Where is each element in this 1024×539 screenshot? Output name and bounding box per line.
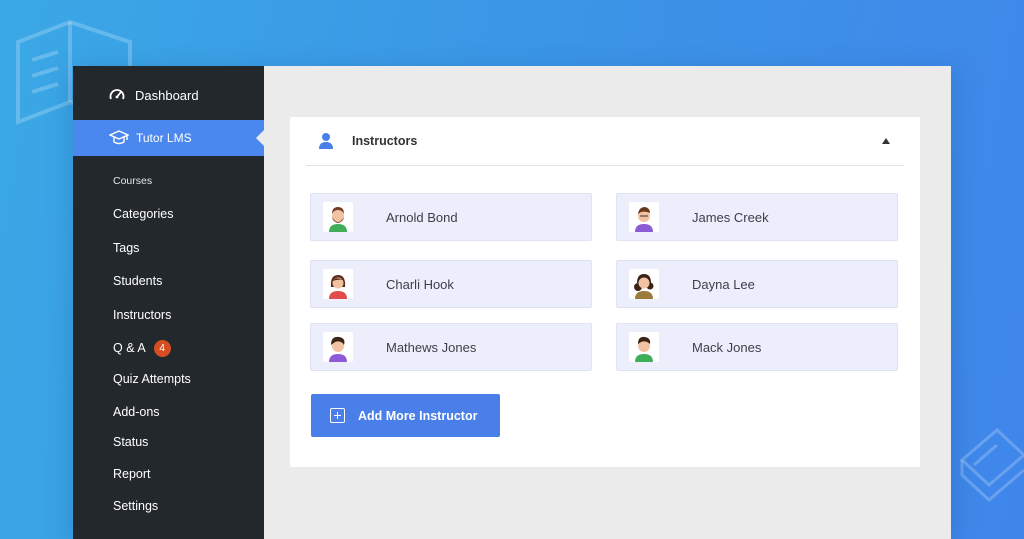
sidebar-item-label: Status xyxy=(113,435,149,449)
instructor-name: James Creek xyxy=(692,209,769,225)
sidebar-item-label: Settings xyxy=(113,499,159,513)
sidebar-item-label: Students xyxy=(113,274,163,288)
plus-square-icon xyxy=(330,408,345,423)
sidebar-item-label: Instructors xyxy=(113,308,172,322)
admin-sidebar: Dashboard Tutor LMS Courses Categories T… xyxy=(73,66,264,539)
sidebar-item-qa[interactable]: Q & A 4 xyxy=(113,338,171,358)
sidebar-item-label: Courses xyxy=(113,175,153,187)
sidebar-item-tags[interactable]: Tags xyxy=(113,238,139,258)
instructor-item[interactable]: Mathews Jones xyxy=(310,323,592,371)
sidebar-item-label: Dashboard xyxy=(135,87,199,103)
sidebar-item-status[interactable]: Status xyxy=(113,432,148,452)
instructor-item[interactable]: Arnold Bond xyxy=(310,193,592,241)
instructor-name: Mathews Jones xyxy=(386,339,477,355)
panel-title: Instructors xyxy=(352,134,418,148)
sidebar-item-settings[interactable]: Settings xyxy=(113,496,158,516)
sidebar-item-label: Tutor LMS xyxy=(136,131,192,145)
app-window: Dashboard Tutor LMS Courses Categories T… xyxy=(73,66,951,539)
graduation-cap-icon xyxy=(109,130,129,145)
sidebar-item-instructors[interactable]: Instructors xyxy=(113,305,171,325)
avatar-woman-red-shirt-icon xyxy=(323,269,353,299)
instructor-name: Dayna Lee xyxy=(692,276,755,292)
sidebar-item-label: Q & A xyxy=(113,341,146,355)
book-outline-icon xyxy=(959,427,1024,503)
sidebar-item-add-ons[interactable]: Add-ons xyxy=(113,402,160,422)
sidebar-item-label: Tags xyxy=(113,241,140,255)
sidebar-item-report[interactable]: Report xyxy=(113,464,151,484)
sidebar-item-quiz-attempts[interactable]: Quiz Attempts xyxy=(113,369,191,389)
avatar-man-purple-shirt-icon xyxy=(629,202,659,232)
panel-header[interactable]: Instructors xyxy=(306,117,904,166)
sidebar-item-label: Quiz Attempts xyxy=(113,372,191,386)
sidebar-item-courses[interactable]: Courses xyxy=(113,171,152,191)
sidebar-item-label: Report xyxy=(113,467,151,481)
avatar-man-purple-shirt-icon xyxy=(323,332,353,362)
instructors-panel: Instructors Arnold Bond James Creek Char… xyxy=(290,117,920,467)
instructor-item[interactable]: Mack Jones xyxy=(616,323,898,371)
gauge-icon xyxy=(109,89,125,100)
sidebar-item-tutor-lms[interactable]: Tutor LMS xyxy=(73,120,264,156)
sidebar-item-label: Categories xyxy=(113,207,174,221)
avatar-bearded-man-icon xyxy=(323,202,353,232)
instructor-item[interactable]: James Creek xyxy=(616,193,898,241)
sidebar-item-label: Add-ons xyxy=(113,405,160,419)
notification-badge: 4 xyxy=(153,339,171,357)
instructor-item[interactable]: Dayna Lee xyxy=(616,260,898,308)
instructor-item[interactable]: Charli Hook xyxy=(310,260,592,308)
sidebar-item-dashboard[interactable]: Dashboard xyxy=(73,80,264,110)
button-label: Add More Instructor xyxy=(358,408,478,423)
instructor-name: Arnold Bond xyxy=(386,209,458,225)
sidebar-item-categories[interactable]: Categories xyxy=(113,204,173,224)
caret-up-icon[interactable] xyxy=(882,138,890,144)
sidebar-item-students[interactable]: Students xyxy=(113,271,162,291)
avatar-man-green-shirt-icon xyxy=(629,332,659,362)
add-more-instructor-button[interactable]: Add More Instructor xyxy=(311,394,500,437)
instructor-name: Mack Jones xyxy=(692,339,762,355)
avatar-woman-curly-hair-icon xyxy=(629,269,659,299)
instructor-name: Charli Hook xyxy=(386,276,454,292)
user-icon xyxy=(319,133,333,149)
